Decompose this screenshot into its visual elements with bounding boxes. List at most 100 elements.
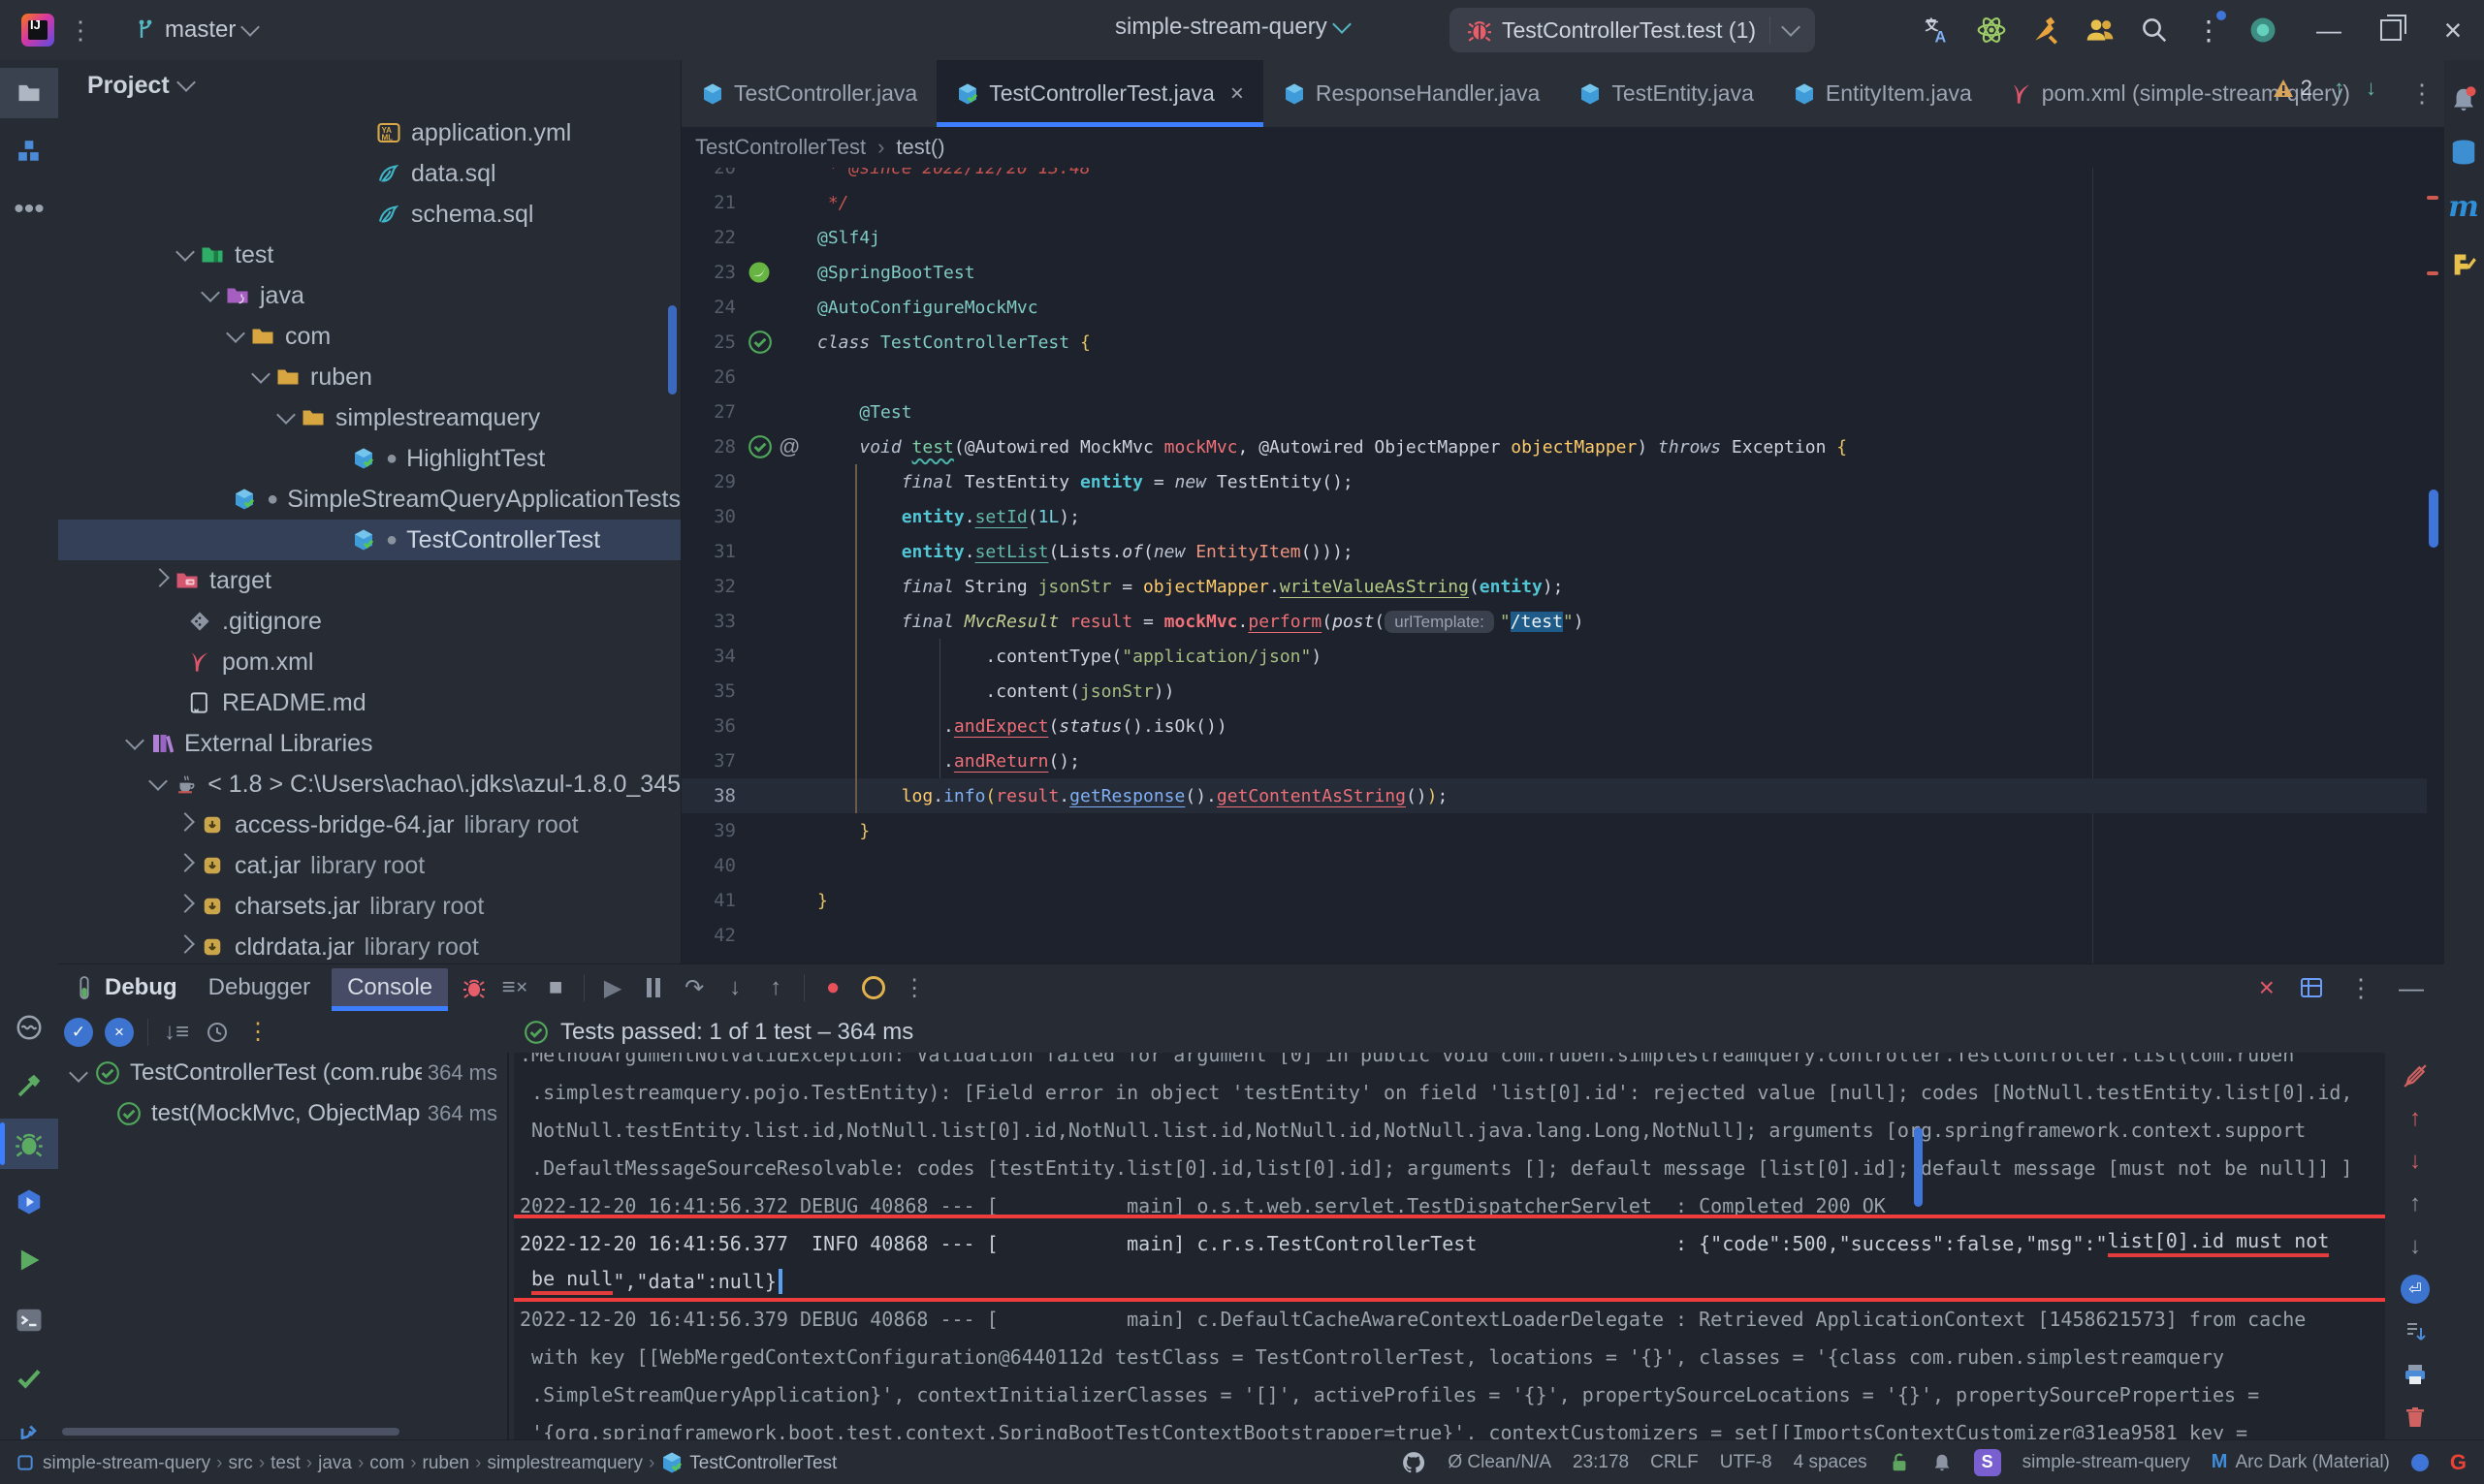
tree-item-testcontrollertest[interactable]: ●TestControllerTest	[58, 520, 681, 560]
search-icon[interactable]	[2127, 9, 2181, 51]
gutter-pass-icon[interactable]	[740, 330, 817, 355]
test-tree-item[interactable]: test(MockMvc, ObjectMapper)364 ms	[58, 1093, 507, 1134]
clear-output-pencil-icon[interactable]	[2401, 1061, 2430, 1090]
chevron-right-icon[interactable]	[147, 577, 173, 584]
chevron-right-icon[interactable]	[173, 862, 198, 869]
soft-wrap-icon[interactable]: ⏎	[2401, 1275, 2430, 1304]
line-ending-widget[interactable]: CRLF	[1650, 1452, 1699, 1473]
chevron-down-icon[interactable]	[223, 332, 248, 340]
scroll-to-end-icon[interactable]	[2401, 1317, 2430, 1346]
breadcrumb-method[interactable]: test()	[896, 135, 944, 160]
code-line-42[interactable]: 42	[682, 918, 2427, 953]
debug-toolwindow-button[interactable]	[0, 1119, 58, 1169]
terminal-toolwindow-button[interactable]	[0, 1295, 58, 1345]
stop-button[interactable]: ■	[535, 968, 576, 1007]
gutter-spring-icon[interactable]	[740, 261, 817, 284]
show-passed-filter-icon[interactable]: ✓	[58, 1013, 99, 1052]
code-line-34[interactable]: 34 .contentType("application/json")	[682, 639, 2427, 674]
tree-item-com[interactable]: com	[58, 316, 681, 357]
error-stripe-mark[interactable]	[2427, 196, 2438, 200]
hide-toolwindow-icon[interactable]: —	[2399, 973, 2424, 1003]
statusbar-path-item[interactable]: src	[228, 1453, 252, 1473]
tree-item-java[interactable]: java	[58, 275, 681, 316]
indent-widget[interactable]: 4 spaces	[1794, 1452, 1867, 1473]
close-button[interactable]: ×	[2422, 0, 2484, 60]
chevron-right-icon[interactable]	[173, 943, 198, 951]
tree-item-access-bridge-64-jar[interactable]: access-bridge-64.jarlibrary root	[58, 805, 681, 845]
editor-tab[interactable]: TestControllerTest.java×	[937, 60, 1263, 127]
restore-button[interactable]	[2360, 0, 2422, 60]
debug-splitter[interactable]	[507, 1053, 509, 1440]
tree-item--1-8-c-users-achao-jdks-azul-1[interactable]: < 1.8 > C:\Users\achao\.jdks\azul-1.8.0_…	[58, 764, 681, 805]
step-into-icon[interactable]: ↓	[715, 968, 755, 1007]
code-line-26[interactable]: 26	[682, 360, 2427, 395]
code-line-22[interactable]: 22@Slf4j	[682, 220, 2427, 255]
services-toolwindow-button[interactable]	[0, 1177, 58, 1227]
project-toolwindow-button[interactable]	[0, 68, 58, 118]
tree-item-test[interactable]: test	[58, 235, 681, 275]
tree-item-simplestreamqueryapplicationte[interactable]: ●SimpleStreamQueryApplicationTests	[58, 479, 681, 520]
toolbar-kebab-icon[interactable]: ⋮	[894, 968, 935, 1007]
chevron-right-icon[interactable]	[173, 902, 198, 910]
show-ignored-filter-icon[interactable]: ×	[99, 1013, 140, 1052]
encoding-widget[interactable]: UTF-8	[1720, 1452, 1772, 1473]
git-branch-widget[interactable]: simple-stream-query	[2022, 1452, 2190, 1473]
layout-settings-icon[interactable]	[2300, 976, 2323, 999]
test-options-kebab-icon[interactable]: ⋮	[238, 1013, 278, 1052]
chevron-down-icon[interactable]	[173, 251, 198, 259]
build-tools-icon[interactable]	[2019, 9, 2073, 51]
tree-item-target[interactable]: target	[58, 560, 681, 601]
code-line-33[interactable]: 33 final MvcResult result = mockMvc.perf…	[682, 604, 2427, 639]
code-line-27[interactable]: 27 @Test	[682, 395, 2427, 429]
print-icon[interactable]	[2401, 1360, 2430, 1389]
settings-kebab-icon[interactable]: ⋮	[2181, 9, 2236, 51]
tree-item-cldrdata-jar[interactable]: cldrdata.jarlibrary root	[58, 927, 681, 963]
more-toolwindows-button[interactable]: •••	[0, 184, 58, 235]
statusbar-path-item[interactable]: test	[271, 1453, 301, 1473]
chevron-down-icon[interactable]	[145, 780, 171, 788]
tree-item-application-yml[interactable]: YAMLapplication.yml	[58, 112, 681, 153]
editor-tab[interactable]: TestController.java	[682, 60, 937, 127]
database-toolwindow-button[interactable]	[2443, 130, 2484, 174]
tab-options-kebab-icon[interactable]: ⋮	[2409, 60, 2435, 127]
code-line-36[interactable]: 36 .andExpect(status().isOk())	[682, 709, 2427, 743]
delete-trash-icon[interactable]	[2401, 1403, 2430, 1432]
gutter-pass-at-icon[interactable]: @	[740, 434, 817, 459]
next-failed-icon[interactable]: ↓	[2401, 1147, 2430, 1176]
translate-icon[interactable]: 文A	[1910, 9, 1964, 51]
editor-tab[interactable]: TestEntity.java	[1559, 60, 1773, 127]
science-plugin-icon[interactable]	[1964, 9, 2019, 51]
statusbar-path-item[interactable]: simplestreamquery	[487, 1453, 643, 1473]
google-g-icon[interactable]: G	[2450, 1450, 2467, 1475]
next-warning-icon[interactable]: ↓	[2366, 76, 2376, 101]
code-line-23[interactable]: 23@SpringBootTest	[682, 255, 2427, 290]
prev-warning-icon[interactable]: ↑	[2334, 76, 2344, 101]
tree-item-pom-xml[interactable]: pom.xml	[58, 642, 681, 682]
chevron-right-icon[interactable]	[173, 821, 198, 829]
vcs-status-widget[interactable]: Ø Clean/N/A	[1448, 1452, 1551, 1473]
editor-scrollbar[interactable]	[2429, 489, 2438, 548]
scroll-up-icon[interactable]: ↑	[2401, 1189, 2430, 1218]
notifications-bell-icon[interactable]	[2443, 78, 2484, 122]
test-tree-item[interactable]: TestControllerTest (com.ruben.sim364 ms	[58, 1053, 507, 1093]
tree-item-highlighttest[interactable]: ●HighlightTest	[58, 438, 681, 479]
statusbar-path-item[interactable]: simple-stream-query	[43, 1453, 210, 1473]
code-line-40[interactable]: 40	[682, 848, 2427, 883]
step-over-icon[interactable]: ↷	[674, 968, 715, 1007]
project-selector[interactable]: simple-stream-query	[1115, 14, 1349, 41]
prev-failed-icon[interactable]: ↑	[2401, 1104, 2430, 1133]
horizontal-scrollbar[interactable]	[62, 1428, 399, 1436]
tab-debugger[interactable]: Debugger	[193, 974, 326, 1001]
code-line-37[interactable]: 37 .andReturn();	[682, 743, 2427, 778]
inspections-widget[interactable]: 2 ↑ ↓	[2272, 76, 2376, 101]
tree-item-charsets-jar[interactable]: charsets.jarlibrary root	[58, 886, 681, 927]
tab-console[interactable]: Console	[332, 968, 448, 1007]
code-line-31[interactable]: 31 entity.setList(Lists.of(new EntityIte…	[682, 534, 2427, 569]
tree-item-cat-jar[interactable]: cat.jarlibrary root	[58, 845, 681, 886]
error-stripe-mark[interactable]	[2427, 271, 2438, 275]
notifications-icon[interactable]	[1931, 1452, 1953, 1473]
theme-widget[interactable]: MArc Dark (Material)	[2212, 1451, 2390, 1473]
minimize-button[interactable]: —	[2298, 0, 2360, 60]
commit-check-toolwindow-button[interactable]	[0, 1353, 58, 1404]
code-line-38[interactable]: 38 log.info(result.getResponse().getCont…	[682, 778, 2427, 813]
